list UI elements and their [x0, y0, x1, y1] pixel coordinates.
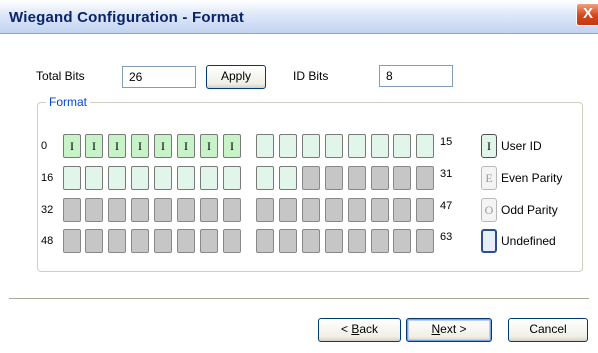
bit-cell[interactable]	[154, 198, 172, 222]
bit-cell[interactable]	[416, 229, 434, 253]
bit-cell[interactable]	[131, 229, 149, 253]
bit-cell[interactable]	[393, 134, 411, 158]
bit-cell[interactable]	[371, 166, 389, 190]
bit-cell[interactable]	[177, 198, 195, 222]
bit-cell[interactable]	[325, 198, 343, 222]
bit-cell[interactable]	[371, 198, 389, 222]
bit-cell[interactable]	[85, 166, 103, 190]
bit-cell[interactable]	[108, 229, 126, 253]
back-prefix: <	[340, 322, 352, 336]
bit-cell[interactable]	[279, 166, 297, 190]
bit-cell[interactable]	[108, 166, 126, 190]
bit-cell[interactable]	[223, 166, 241, 190]
bit-cell[interactable]	[108, 198, 126, 222]
bit-cell[interactable]	[302, 198, 320, 222]
bit-cell[interactable]	[302, 166, 320, 190]
bit-cell[interactable]	[131, 198, 149, 222]
odd-parity-legend-icon: O	[481, 198, 497, 222]
bit-cell[interactable]	[256, 134, 274, 158]
bit-cell[interactable]	[279, 134, 297, 158]
row-end-label: 31	[440, 168, 453, 180]
bit-cell[interactable]: I	[177, 134, 195, 158]
bit-cell[interactable]	[416, 134, 434, 158]
bit-cell[interactable]	[154, 166, 172, 190]
bit-cell[interactable]	[223, 229, 241, 253]
apply-button[interactable]: Apply	[206, 65, 266, 89]
bit-cell[interactable]	[416, 166, 434, 190]
bit-cell[interactable]	[279, 198, 297, 222]
undefined-legend-label: Undefined	[501, 234, 556, 248]
bit-cell[interactable]: I	[200, 134, 218, 158]
bit-cell[interactable]	[348, 198, 366, 222]
next-mnemonic: N	[431, 322, 441, 336]
row-end-label: 47	[440, 200, 453, 212]
window-title: Wiegand Configuration - Format	[9, 9, 245, 26]
cancel-button[interactable]: Cancel	[508, 318, 588, 342]
bit-cell[interactable]: I	[108, 134, 126, 158]
even-parity-legend-icon: E	[481, 166, 497, 190]
bit-cell[interactable]	[416, 198, 434, 222]
row-end-label: 63	[440, 231, 453, 243]
bit-cell[interactable]	[63, 198, 81, 222]
id-bits-label: ID Bits	[293, 69, 329, 83]
bit-cell[interactable]: I	[154, 134, 172, 158]
user-id-legend-label: User ID	[501, 139, 542, 153]
bit-cell[interactable]	[256, 198, 274, 222]
close-icon: X	[582, 5, 593, 22]
bit-cell[interactable]	[256, 229, 274, 253]
bit-cell[interactable]	[85, 198, 103, 222]
bit-cell[interactable]	[302, 134, 320, 158]
bit-cell[interactable]	[302, 229, 320, 253]
user-id-legend-icon: I	[481, 134, 497, 158]
bit-cell[interactable]	[131, 166, 149, 190]
bit-cell[interactable]	[393, 229, 411, 253]
back-button[interactable]: < Back	[318, 318, 401, 342]
odd-parity-legend-label: Odd Parity	[501, 203, 558, 217]
bit-cell[interactable]	[177, 166, 195, 190]
row-start-label: 32	[41, 204, 54, 216]
even-parity-legend-label: Even Parity	[501, 171, 563, 185]
bit-cell[interactable]	[348, 134, 366, 158]
row-end-label: 15	[440, 136, 453, 148]
undefined-legend-icon	[481, 229, 497, 253]
bit-cell[interactable]	[223, 198, 241, 222]
bit-cell[interactable]: I	[85, 134, 103, 158]
row-start-label: 16	[41, 172, 54, 184]
bit-cell[interactable]: I	[131, 134, 149, 158]
bit-cell[interactable]	[371, 229, 389, 253]
bit-cell[interactable]	[85, 229, 103, 253]
bit-cell[interactable]	[279, 229, 297, 253]
total-bits-input[interactable]: 26	[122, 66, 196, 88]
row-start-label: 0	[41, 140, 48, 152]
bit-cell[interactable]	[348, 166, 366, 190]
total-bits-label: Total Bits	[36, 69, 85, 83]
bit-cell[interactable]: I	[63, 134, 81, 158]
button-separator	[9, 298, 589, 300]
title-bar: Wiegand Configuration - Format X	[0, 0, 598, 34]
bit-cell[interactable]	[177, 229, 195, 253]
bit-cell[interactable]	[325, 134, 343, 158]
bit-cell[interactable]	[371, 134, 389, 158]
format-group-title: Format	[46, 95, 91, 109]
bit-cell[interactable]	[200, 229, 218, 253]
next-button[interactable]: Next >	[406, 318, 492, 342]
back-rest: ack	[359, 322, 379, 336]
bit-cell[interactable]	[325, 166, 343, 190]
bit-cell[interactable]	[348, 229, 366, 253]
bit-cell[interactable]	[393, 198, 411, 222]
bit-cell[interactable]: I	[223, 134, 241, 158]
bit-cell[interactable]	[325, 229, 343, 253]
close-button[interactable]: X	[576, 3, 598, 26]
id-bits-input[interactable]: 8	[379, 65, 453, 87]
bit-cell[interactable]	[154, 229, 172, 253]
row-start-label: 48	[41, 235, 54, 247]
bit-cell[interactable]	[393, 166, 411, 190]
bit-cell[interactable]	[63, 229, 81, 253]
bit-cell[interactable]	[200, 198, 218, 222]
bit-cell[interactable]	[200, 166, 218, 190]
next-rest: ext >	[440, 322, 467, 336]
bit-cell[interactable]	[256, 166, 274, 190]
bit-cell[interactable]	[63, 166, 81, 190]
